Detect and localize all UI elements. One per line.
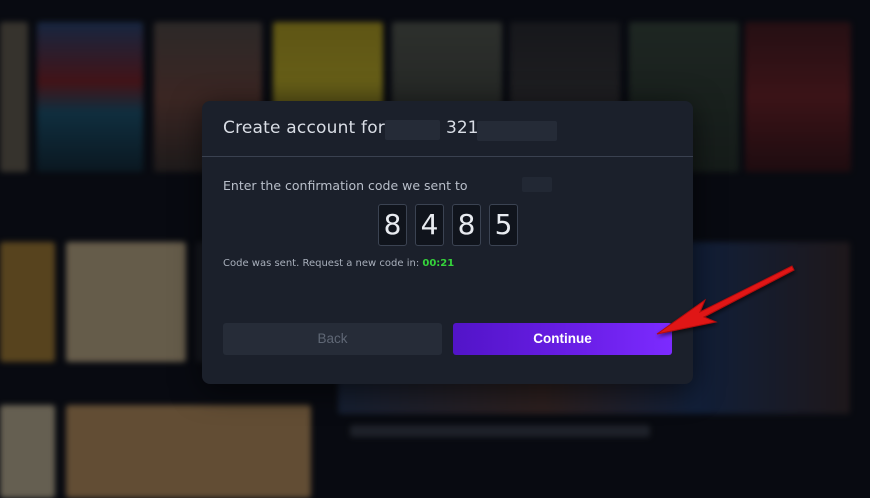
- dialog-title: Create account for: [223, 118, 385, 138]
- code-digit-1[interactable]: 8: [378, 204, 407, 246]
- redacted-name-tail: [477, 121, 557, 141]
- create-account-dialog: Create account for 321 Enter the confirm…: [202, 101, 693, 384]
- continue-button[interactable]: Continue: [453, 323, 672, 355]
- confirmation-code-input: 8 4 8 5: [378, 204, 518, 246]
- redacted-destination: [522, 177, 552, 192]
- back-button[interactable]: Back: [223, 323, 442, 355]
- code-digit-3[interactable]: 8: [452, 204, 481, 246]
- code-digit-2[interactable]: 4: [415, 204, 444, 246]
- redacted-name: [385, 120, 440, 140]
- code-digit-4[interactable]: 5: [489, 204, 518, 246]
- resend-text: Code was sent. Request a new code in:: [223, 258, 420, 269]
- instruction-text: Enter the confirmation code we sent to: [223, 178, 468, 193]
- dialog-title-suffix: 321: [446, 118, 479, 138]
- resend-notice: Code was sent. Request a new code in: 00…: [223, 258, 454, 269]
- resend-timer: 00:21: [422, 258, 455, 269]
- dialog-header: Create account for 321: [202, 101, 693, 157]
